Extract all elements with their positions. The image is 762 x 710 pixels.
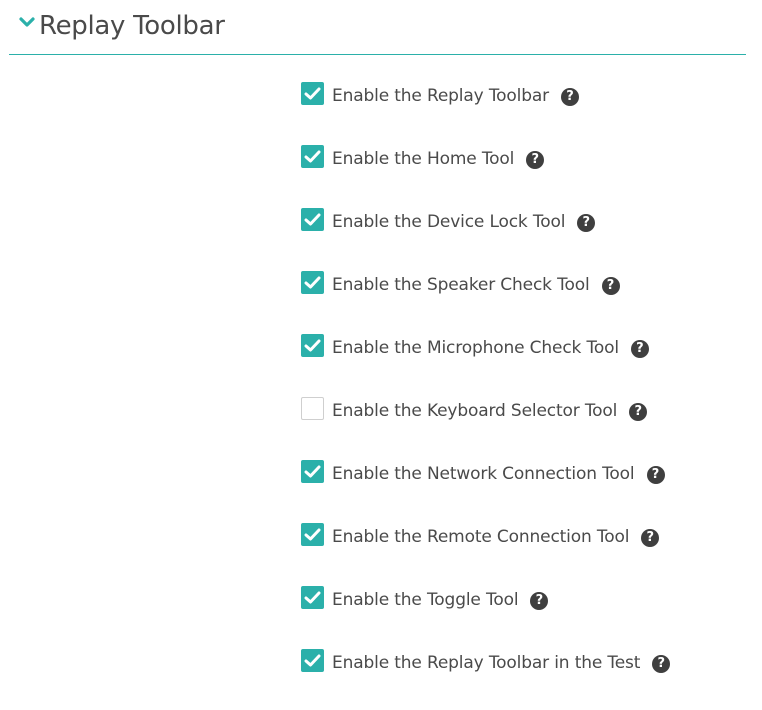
checkmark-icon: [304, 276, 321, 289]
option-toggle-tool: Enable the Toggle Tool?: [301, 584, 741, 647]
option-label: Enable the Remote Connection Tool: [332, 527, 630, 547]
help-icon[interactable]: ?: [646, 466, 665, 484]
help-icon[interactable]: ?: [526, 151, 545, 169]
option-remote-connection-tool: Enable the Remote Connection Tool?: [301, 521, 741, 584]
help-icon[interactable]: ?: [630, 340, 649, 358]
checkbox-remote-connection-tool[interactable]: [301, 523, 324, 546]
checkbox-microphone-check-tool[interactable]: [301, 334, 324, 357]
chevron-down-icon[interactable]: [19, 17, 35, 29]
checkmark-icon: [304, 654, 321, 667]
section-title: Replay Toolbar: [39, 11, 225, 41]
checkbox-device-lock-tool[interactable]: [301, 208, 324, 231]
help-icon[interactable]: ?: [641, 529, 660, 547]
option-microphone-check-tool: Enable the Microphone Check Tool?: [301, 332, 741, 395]
option-network-connection-tool: Enable the Network Connection Tool?: [301, 458, 741, 521]
checkbox-replay-toolbar-in-test[interactable]: [301, 649, 324, 672]
option-label: Enable the Home Tool: [332, 149, 515, 169]
checkmark-icon: [304, 339, 321, 352]
checkmark-icon: [304, 87, 321, 100]
checkbox-home-tool[interactable]: [301, 145, 324, 168]
option-device-lock-tool: Enable the Device Lock Tool?: [301, 206, 741, 269]
options-list: Enable the Replay Toolbar? Enable the Ho…: [301, 80, 741, 710]
help-icon[interactable]: ?: [652, 655, 671, 673]
option-label: Enable the Microphone Check Tool: [332, 338, 619, 358]
option-replay-toolbar-in-test: Enable the Replay Toolbar in the Test?: [301, 647, 741, 710]
checkmark-icon: [304, 528, 321, 541]
help-icon[interactable]: ?: [530, 592, 549, 610]
option-label: Enable the Replay Toolbar: [332, 86, 549, 106]
option-label: Enable the Replay Toolbar in the Test: [332, 653, 641, 673]
checkbox-toggle-tool[interactable]: [301, 586, 324, 609]
checkbox-speaker-check-tool[interactable]: [301, 271, 324, 294]
help-icon[interactable]: ?: [601, 277, 620, 295]
option-speaker-check-tool: Enable the Speaker Check Tool?: [301, 269, 741, 332]
help-icon[interactable]: ?: [577, 214, 596, 232]
option-keyboard-selector-tool: Enable the Keyboard Selector Tool?: [301, 395, 741, 458]
option-label: Enable the Keyboard Selector Tool: [332, 401, 618, 421]
option-label: Enable the Device Lock Tool: [332, 212, 566, 232]
option-label: Enable the Network Connection Tool: [332, 464, 635, 484]
checkbox-network-connection-tool[interactable]: [301, 460, 324, 483]
option-label: Enable the Toggle Tool: [332, 590, 519, 610]
checkmark-icon: [304, 213, 321, 226]
option-replay-toolbar: Enable the Replay Toolbar?: [301, 80, 741, 143]
checkbox-replay-toolbar[interactable]: [301, 82, 324, 105]
option-home-tool: Enable the Home Tool?: [301, 143, 741, 206]
checkmark-icon: [304, 591, 321, 604]
checkmark-icon: [304, 465, 321, 478]
section-header[interactable]: Replay Toolbar: [9, 0, 746, 55]
help-icon[interactable]: ?: [629, 403, 648, 421]
help-icon[interactable]: ?: [561, 88, 579, 106]
checkmark-icon: [304, 150, 321, 163]
checkbox-keyboard-selector-tool[interactable]: [301, 397, 324, 420]
option-label: Enable the Speaker Check Tool: [332, 275, 590, 295]
